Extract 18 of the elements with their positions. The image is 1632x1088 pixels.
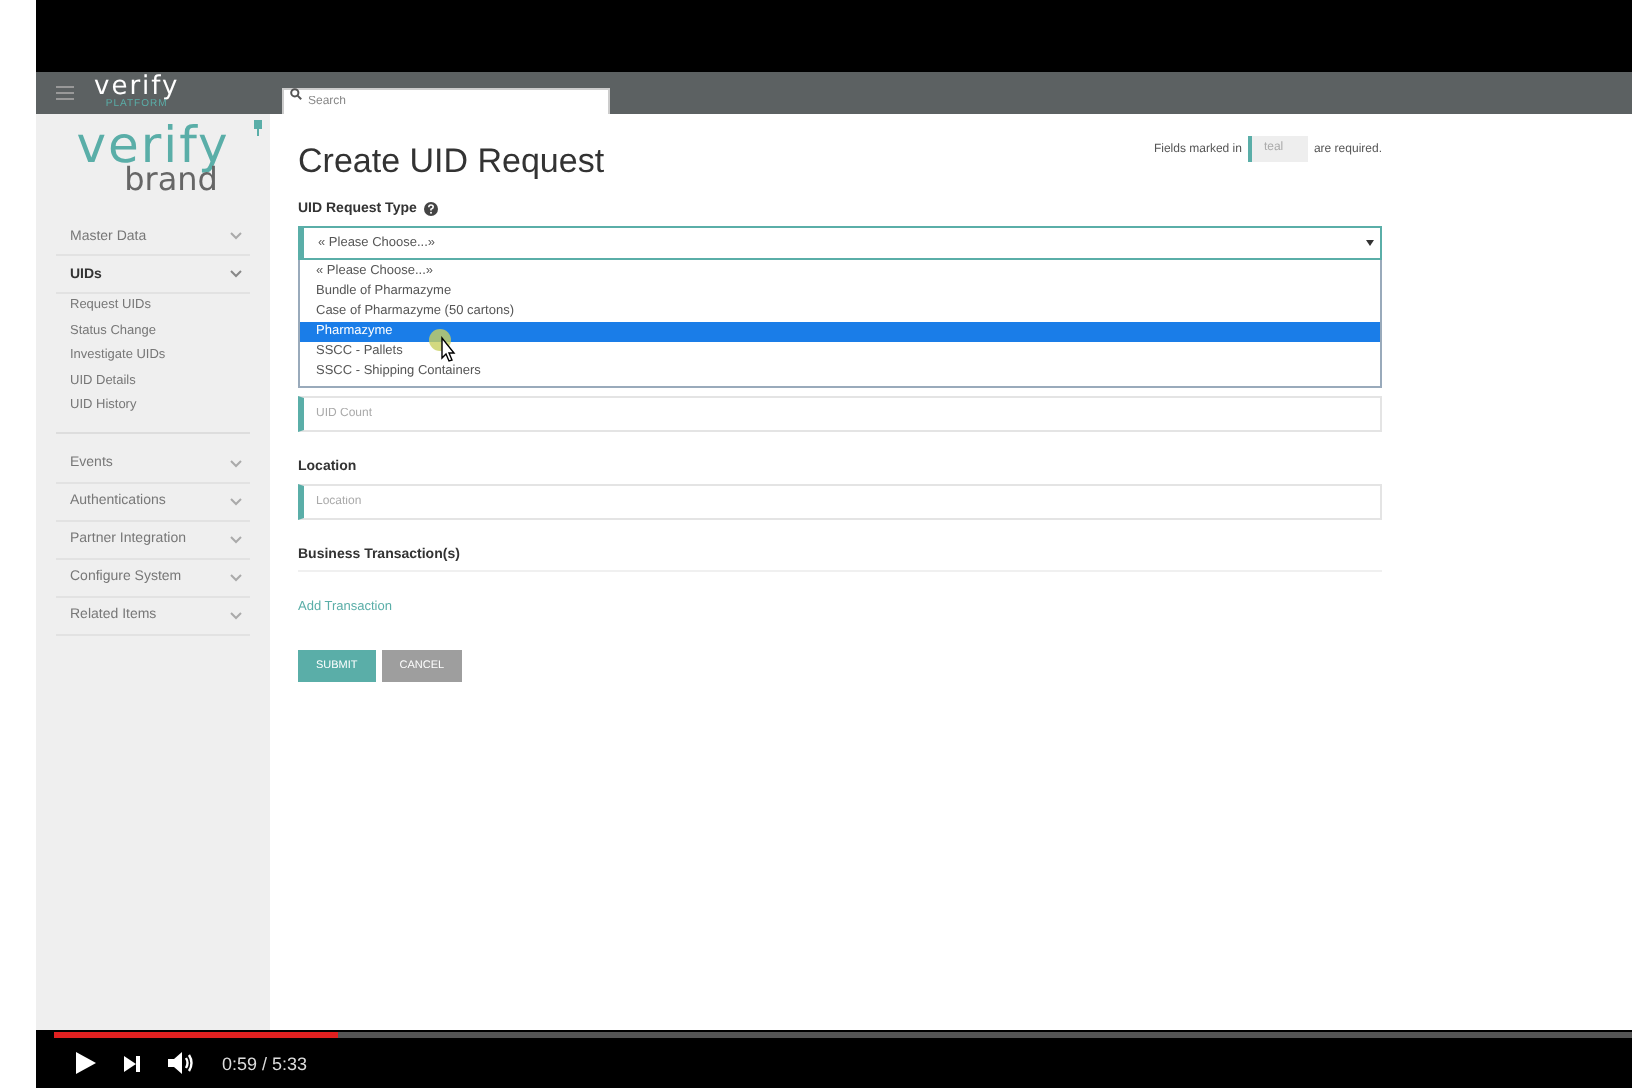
next-icon[interactable] (124, 1055, 140, 1071)
page-title: Create UID Request (298, 142, 605, 182)
chevron-down-icon (230, 459, 242, 467)
progress-track[interactable] (54, 1032, 1632, 1038)
chevron-down-icon (230, 611, 242, 619)
chevron-down-icon (230, 573, 242, 581)
dropdown-arrow-icon (1366, 240, 1374, 246)
cursor-icon (428, 328, 460, 364)
help-icon[interactable] (424, 202, 439, 216)
video-time: 0:59 / 5:33 (222, 1053, 308, 1073)
search-icon (290, 87, 302, 99)
volume-icon[interactable] (168, 1052, 194, 1074)
chevron-down-icon (230, 270, 242, 278)
chevron-down-icon (230, 497, 242, 505)
app-logo: verify (94, 76, 180, 100)
play-icon[interactable] (76, 1052, 96, 1074)
chevron-down-icon (230, 535, 242, 543)
chevron-down-icon (230, 232, 242, 240)
